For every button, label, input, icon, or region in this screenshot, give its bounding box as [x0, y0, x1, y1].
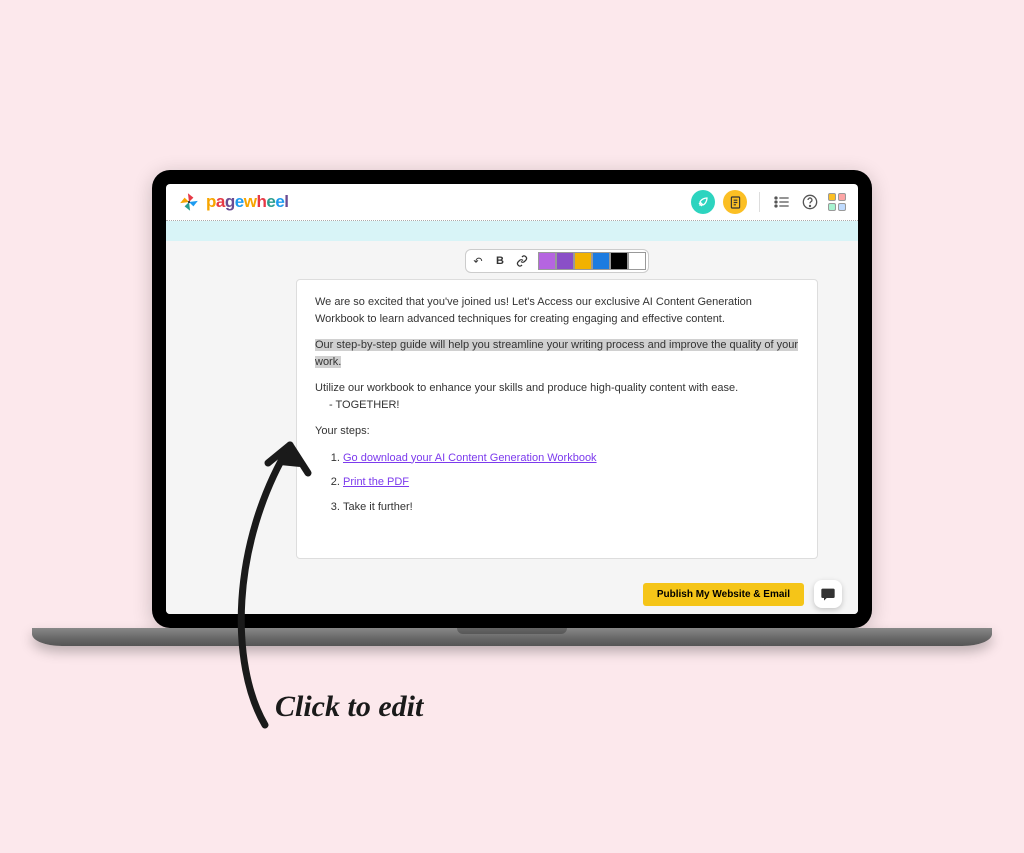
steps-list: Go download your AI Content Generation W… [315, 450, 799, 516]
paragraph: We are so excited that you've joined us!… [315, 294, 799, 327]
laptop-base [32, 628, 992, 646]
rocket-icon [697, 196, 709, 208]
color-swatches [538, 252, 646, 270]
link-icon [516, 255, 528, 267]
app-window: pagewheel [166, 184, 858, 614]
chat-widget[interactable] [814, 580, 842, 608]
app-header: pagewheel [166, 184, 858, 221]
bottom-action-bar: Publish My Website & Email [166, 574, 858, 614]
brand-logo[interactable]: pagewheel [178, 191, 289, 213]
publish-button[interactable]: Publish My Website & Email [643, 583, 804, 606]
color-swatch[interactable] [538, 252, 556, 270]
help-icon [802, 194, 818, 210]
step-item: Take it further! [343, 499, 799, 516]
color-swatch[interactable] [556, 252, 574, 270]
apps-grid-button[interactable] [828, 193, 846, 211]
list-icon [774, 195, 790, 209]
help-button[interactable] [800, 192, 820, 212]
text-toolbar: ↶ B [296, 249, 818, 273]
brand-name: pagewheel [206, 192, 289, 212]
step-link[interactable]: Print the PDF [343, 476, 409, 488]
step-item: Go download your AI Content Generation W… [343, 450, 799, 467]
document-icon [730, 196, 741, 209]
laptop-mockup: pagewheel [152, 170, 872, 646]
undo-button[interactable]: ↶ [468, 252, 488, 270]
color-swatch[interactable] [574, 252, 592, 270]
editor-canvas: ↶ B [166, 241, 858, 614]
info-banner [166, 221, 858, 241]
pinwheel-icon [178, 191, 200, 213]
paragraph: Utilize our workbook to enhance your ski… [315, 380, 799, 397]
header-divider [759, 192, 760, 212]
document-button[interactable] [723, 190, 747, 214]
rocket-button[interactable] [691, 190, 715, 214]
bold-button[interactable]: B [490, 252, 510, 270]
link-button[interactable] [512, 252, 532, 270]
color-swatch[interactable] [610, 252, 628, 270]
list-button[interactable] [772, 192, 792, 212]
text-editor[interactable]: We are so excited that you've joined us!… [296, 279, 818, 559]
step-link[interactable]: Go download your AI Content Generation W… [343, 452, 597, 464]
color-swatch[interactable] [628, 252, 646, 270]
steps-label: Your steps: [315, 423, 799, 440]
color-swatch[interactable] [592, 252, 610, 270]
chat-icon [820, 586, 836, 602]
paragraph-highlighted: Our step-by-step guide will help you str… [315, 337, 799, 370]
laptop-screen-bezel: pagewheel [152, 170, 872, 628]
step-item: Print the PDF [343, 474, 799, 491]
paragraph-indent: - TOGETHER! [315, 397, 799, 414]
laptop-notch [467, 170, 557, 184]
annotation-label: Click to edit [275, 690, 423, 724]
